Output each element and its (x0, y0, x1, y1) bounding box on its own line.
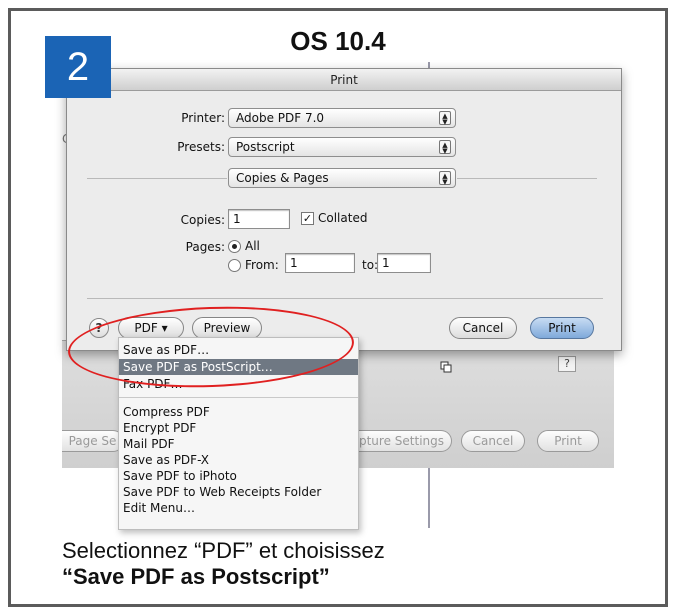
menu-item-save-as-pdf-x[interactable]: Save as PDF-X (119, 452, 358, 468)
panel-separator-right (457, 178, 597, 179)
panel-separator-left (87, 178, 227, 179)
panel-popup[interactable]: Copies & Pages ▲ ▼ (228, 168, 456, 188)
pages-from-radio[interactable] (228, 259, 241, 272)
menu-item-save-as-pdf[interactable]: Save as PDF… (119, 342, 358, 358)
popup-arrows-icon: ▲ ▼ (439, 140, 451, 155)
page-setup-button[interactable]: Page Se (62, 430, 124, 452)
popup-arrows-icon: ▲ ▼ (439, 111, 451, 126)
printer-popup[interactable]: Adobe PDF 7.0 ▲ ▼ (228, 108, 456, 128)
pdf-button[interactable]: PDF ▾ (118, 317, 184, 339)
menu-item-encrypt-pdf[interactable]: Encrypt PDF (119, 420, 358, 436)
pages-to-field[interactable]: 1 (377, 253, 431, 273)
presets-popup[interactable]: Postscript ▲ ▼ (228, 137, 456, 157)
panel-value: Copies & Pages (236, 171, 329, 185)
instruction-caption: Selectionnez “PDF” et choisissez “Save P… (62, 538, 622, 590)
cancel-button[interactable]: Cancel (449, 317, 517, 339)
pages-label: Pages: (185, 240, 225, 254)
printer-value: Adobe PDF 7.0 (236, 111, 325, 125)
pdf-menu: Save as PDF… Save PDF as PostScript… Fax… (118, 337, 359, 530)
pages-from-label: From: (245, 258, 279, 272)
pages-all-label: All (245, 239, 260, 253)
bottom-separator (87, 298, 603, 299)
dialog-title: Print (67, 69, 621, 91)
menu-separator (119, 397, 358, 398)
popup-arrows-icon: ▲ ▼ (439, 171, 451, 186)
background-print-button[interactable]: Print (537, 430, 599, 452)
print-button[interactable]: Print (530, 317, 594, 339)
copies-field[interactable]: 1 (228, 209, 290, 229)
step-number-badge: 2 (45, 36, 111, 98)
presets-value: Postscript (236, 140, 295, 154)
copies-label: Copies: (180, 213, 225, 227)
menu-item-compress-pdf[interactable]: Compress PDF (119, 404, 358, 420)
caption-line-1: Selectionnez “PDF” et choisissez (62, 538, 385, 563)
collated-label: Collated (318, 211, 368, 225)
background-help-icon[interactable]: ? (558, 356, 576, 372)
print-dialog: Print Printer: Adobe PDF 7.0 ▲ ▼ Presets:… (66, 68, 622, 351)
menu-item-save-pdf-to-web-receipts[interactable]: Save PDF to Web Receipts Folder (119, 484, 358, 500)
menu-item-save-pdf-as-postscript[interactable]: Save PDF as PostScript… (119, 359, 358, 375)
pages-to-label: to: (362, 258, 379, 272)
menu-item-edit-menu[interactable]: Edit Menu… (119, 500, 358, 516)
pages-all-radio[interactable] (228, 240, 241, 253)
collated-checkbox[interactable]: ✓ (301, 212, 314, 225)
printer-label: Printer: (181, 111, 225, 125)
menu-item-mail-pdf[interactable]: Mail PDF (119, 436, 358, 452)
caption-line-2: “Save PDF as Postscript” (62, 564, 330, 589)
copy-icon (440, 358, 452, 373)
background-cancel-button[interactable]: Cancel (461, 430, 525, 452)
capture-settings-button[interactable]: pture Settings (352, 430, 452, 452)
menu-item-save-pdf-to-iphoto[interactable]: Save PDF to iPhoto (119, 468, 358, 484)
presets-label: Presets: (177, 140, 225, 154)
pages-from-field[interactable]: 1 (285, 253, 355, 273)
preview-button[interactable]: Preview (192, 317, 262, 339)
help-icon[interactable]: ? (89, 318, 109, 338)
menu-item-fax-pdf[interactable]: Fax PDF… (119, 376, 358, 392)
